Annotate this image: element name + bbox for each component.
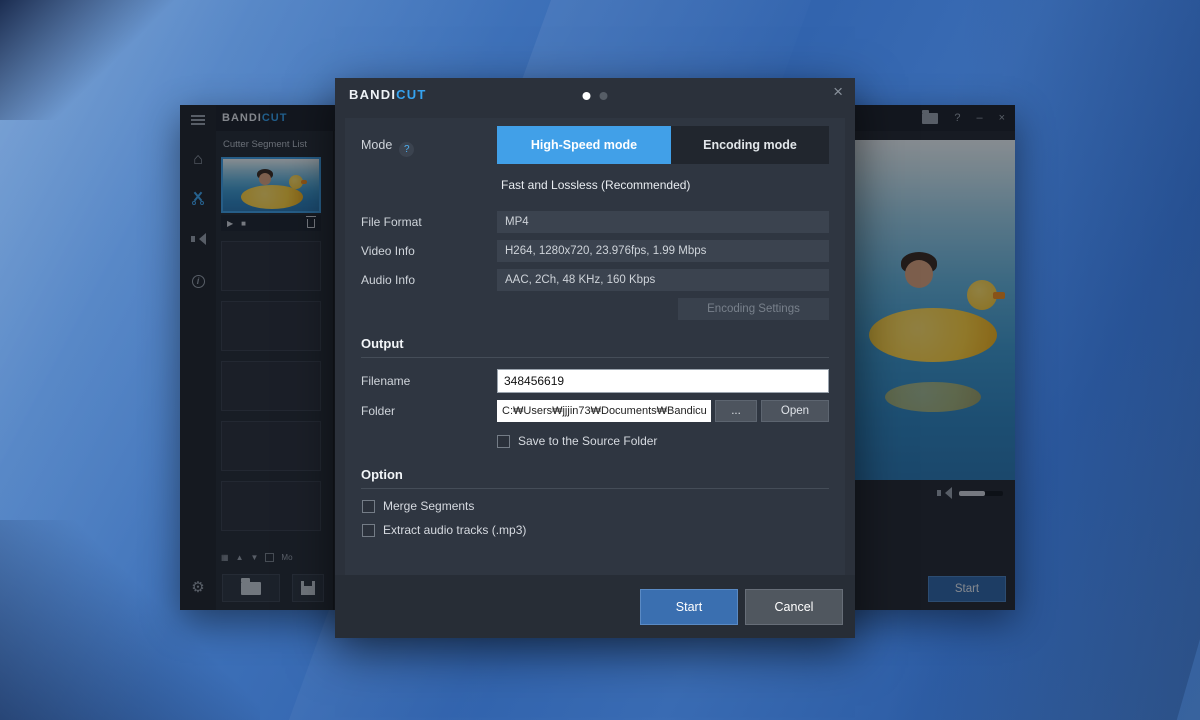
extract-audio-checkbox[interactable] <box>362 524 375 537</box>
section-divider <box>361 488 829 489</box>
audio-info-value: AAC, 2Ch, 48 KHz, 160 Kbps <box>497 269 829 291</box>
folder-path-field[interactable]: C:₩Users₩jjjin73₩Documents₩Bandicu <box>497 400 711 422</box>
tab-encoding-mode[interactable]: Encoding mode <box>671 126 829 164</box>
filename-label: Filename <box>361 374 410 388</box>
video-info-value: H264, 1280x720, 23.976fps, 1.99 Mbps <box>497 240 829 262</box>
audio-info-label: Audio Info <box>361 273 415 287</box>
mode-help-icon[interactable]: ? <box>399 142 414 157</box>
file-format-label: File Format <box>361 215 422 229</box>
page-dot-inactive[interactable] <box>600 92 608 100</box>
mode-description: Fast and Lossless (Recommended) <box>501 178 690 192</box>
desktop-wallpaper: ⌂ i ⚙ BANDICUT ? – × Cutter Segment List <box>0 0 1200 720</box>
extract-audio-row: Extract audio tracks (.mp3) <box>362 523 526 537</box>
output-section-title: Output <box>361 336 404 351</box>
merge-segments-row: Merge Segments <box>362 499 474 513</box>
mode-label: Mode? <box>361 138 414 157</box>
page-indicator[interactable] <box>583 92 608 100</box>
merge-segments-label: Merge Segments <box>383 499 474 513</box>
save-to-source-checkbox[interactable] <box>497 435 510 448</box>
dialog-logo: BANDICUT <box>349 87 427 102</box>
filename-input[interactable] <box>497 369 829 393</box>
mode-tabs: High-Speed mode Encoding mode <box>497 126 829 164</box>
merge-segments-checkbox[interactable] <box>362 500 375 513</box>
file-format-value: MP4 <box>497 211 829 233</box>
save-to-source-row: Save to the Source Folder <box>497 434 657 448</box>
tab-high-speed-mode[interactable]: High-Speed mode <box>497 126 671 164</box>
option-section-title: Option <box>361 467 403 482</box>
section-divider <box>361 357 829 358</box>
video-info-label: Video Info <box>361 244 415 258</box>
save-to-source-label: Save to the Source Folder <box>518 434 657 448</box>
page-dot-active[interactable] <box>583 92 591 100</box>
output-settings-dialog: BANDICUT × Mode? High-Speed mode Encodin… <box>335 78 855 638</box>
cancel-button[interactable]: Cancel <box>745 589 843 625</box>
open-folder-button[interactable]: Open <box>761 400 829 422</box>
extract-audio-label: Extract audio tracks (.mp3) <box>383 523 526 537</box>
start-button[interactable]: Start <box>640 589 738 625</box>
wallpaper-corner-shade <box>0 0 200 120</box>
encoding-settings-button: Encoding Settings <box>678 298 829 320</box>
folder-label: Folder <box>361 404 395 418</box>
browse-folder-button[interactable]: ... <box>715 400 757 422</box>
dialog-close-icon[interactable]: × <box>833 83 843 100</box>
